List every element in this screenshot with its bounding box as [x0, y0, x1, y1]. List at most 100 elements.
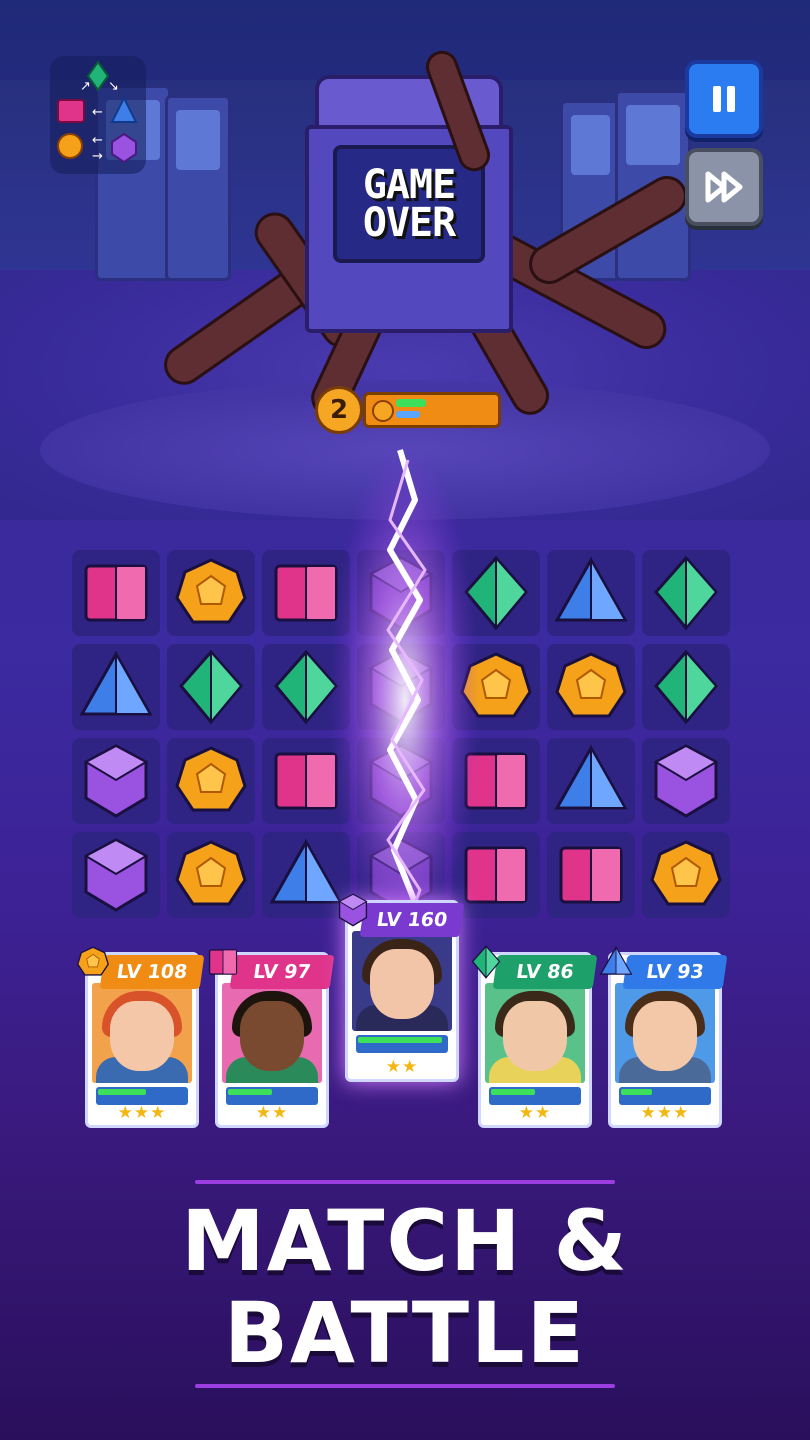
- purple-gem-icon[interactable]: [363, 650, 439, 724]
- pause-icon: [713, 86, 735, 112]
- board-cell[interactable]: [642, 550, 730, 636]
- pink-gem-icon[interactable]: [268, 744, 344, 818]
- hero-card[interactable]: LV 97 ★★: [208, 949, 335, 1128]
- svg-text:↗: ↗: [80, 79, 91, 94]
- board-cell[interactable]: [72, 738, 160, 824]
- board-cell[interactable]: [357, 738, 445, 824]
- hero-portrait: [92, 983, 192, 1083]
- divider-bottom: [195, 1384, 615, 1388]
- hero-card[interactable]: LV 108 ★★★: [77, 946, 205, 1128]
- orange-gem-icon: [76, 945, 110, 979]
- enemy-bars-track: [363, 392, 501, 428]
- game-over-line1: GAME: [362, 162, 456, 208]
- background-arcade-cabinet: [165, 95, 231, 281]
- board-cell[interactable]: [72, 644, 160, 730]
- hero-star-rating: ★★★: [640, 1103, 690, 1123]
- purple-gem-icon[interactable]: [363, 744, 439, 818]
- hero-card[interactable]: LV 160 ★★: [338, 893, 465, 1082]
- board-cell[interactable]: [547, 738, 635, 824]
- blue-gem-icon[interactable]: [553, 744, 629, 818]
- enemy-status-bar: 2: [315, 386, 501, 434]
- blue-gem-icon[interactable]: [78, 650, 154, 724]
- pause-button[interactable]: [685, 60, 763, 138]
- svg-text:←: ←: [92, 133, 103, 148]
- hero-portrait: [485, 983, 585, 1083]
- slogan-line1: MATCH &: [181, 1192, 629, 1290]
- hero-level-label: LV 160: [359, 903, 465, 937]
- fast-forward-icon: [705, 171, 743, 203]
- hero-card[interactable]: LV 93 ★★★: [599, 945, 728, 1128]
- enemy-charge-bar: [396, 411, 420, 418]
- purple-gem-icon[interactable]: [78, 744, 154, 818]
- blue-gem-icon[interactable]: [553, 556, 629, 630]
- board-cell[interactable]: [357, 644, 445, 730]
- board-cell[interactable]: [642, 738, 730, 824]
- hero-star-rating: ★★: [518, 1103, 552, 1123]
- slogan: MATCH & BATTLE: [0, 1195, 810, 1379]
- hero-portrait: [615, 983, 715, 1083]
- hero-star-rating: ★★★: [117, 1103, 167, 1123]
- match-board[interactable]: [72, 550, 737, 925]
- hero-level-label: LV 86: [492, 955, 598, 989]
- purple-gem-icon[interactable]: [363, 556, 439, 630]
- board-cell[interactable]: [167, 738, 255, 824]
- pink-gem-icon[interactable]: [458, 744, 534, 818]
- hero-portrait: [222, 983, 322, 1083]
- board-cell[interactable]: [642, 644, 730, 730]
- board-cell[interactable]: [262, 550, 350, 636]
- board-cell[interactable]: [452, 644, 540, 730]
- board-cell[interactable]: [72, 550, 160, 636]
- pink-gem-icon[interactable]: [78, 556, 154, 630]
- hero-level-label: LV 97: [229, 955, 335, 989]
- board-cell[interactable]: [167, 644, 255, 730]
- pink-gem-icon[interactable]: [268, 556, 344, 630]
- purple-gem-icon: [336, 893, 370, 927]
- pink-gem-icon: [206, 945, 240, 979]
- divider-top: [195, 1180, 615, 1184]
- svg-text:←: ←: [92, 105, 103, 120]
- hero-team: LV 108 ★★★ LV 97 ★★ LV 160 ★★ LV 86 ★★ L…: [0, 893, 810, 1140]
- weakness-diagram: ↗ ↘ ← ← →: [57, 60, 138, 164]
- green-gem-icon[interactable]: [173, 650, 249, 724]
- enemy-health-bar: [396, 399, 426, 407]
- hero-star-rating: ★★: [255, 1103, 289, 1123]
- fast-forward-button[interactable]: [685, 148, 763, 226]
- board-cell[interactable]: [262, 644, 350, 730]
- svg-text:↘: ↘: [108, 79, 119, 94]
- purple-gem-icon[interactable]: [648, 744, 724, 818]
- board-cell[interactable]: [452, 738, 540, 824]
- green-gem-icon[interactable]: [458, 556, 534, 630]
- board-cell[interactable]: [262, 738, 350, 824]
- hero-face: [633, 1001, 697, 1071]
- blue-gem-icon: [599, 945, 633, 979]
- board-cell[interactable]: [167, 550, 255, 636]
- hero-health-bar: [356, 1035, 448, 1053]
- orange-gem-icon[interactable]: [553, 650, 629, 724]
- hero-face: [503, 1001, 567, 1071]
- svg-text:→: →: [92, 149, 103, 164]
- board-cell[interactable]: [547, 550, 635, 636]
- green-gem-icon[interactable]: [648, 556, 724, 630]
- hero-portrait: [352, 931, 452, 1031]
- hero-card[interactable]: LV 86 ★★: [471, 945, 598, 1128]
- green-gem-icon[interactable]: [268, 650, 344, 724]
- enemy-level-badge: 2: [315, 386, 363, 434]
- hero-level-label: LV 93: [622, 955, 728, 989]
- game-over-line2: OVER: [362, 200, 456, 246]
- hero-level-label: LV 108: [99, 955, 205, 989]
- orange-gem-icon[interactable]: [173, 744, 249, 818]
- orange-gem-icon[interactable]: [458, 650, 534, 724]
- slogan-line2: BATTLE: [224, 1284, 586, 1382]
- board-cell[interactable]: [452, 550, 540, 636]
- hero-face: [370, 949, 434, 1019]
- gem-weakness-chart[interactable]: ↗ ↘ ← ← →: [50, 56, 146, 174]
- hero-star-rating: ★★: [385, 1057, 419, 1077]
- orange-gem-icon[interactable]: [173, 556, 249, 630]
- board-cell[interactable]: [547, 644, 635, 730]
- board-cell[interactable]: [357, 550, 445, 636]
- hero-face: [240, 1001, 304, 1071]
- orange-gem-icon: [372, 400, 394, 422]
- green-gem-icon[interactable]: [648, 650, 724, 724]
- hero-face: [110, 1001, 174, 1071]
- green-gem-icon: [469, 945, 503, 979]
